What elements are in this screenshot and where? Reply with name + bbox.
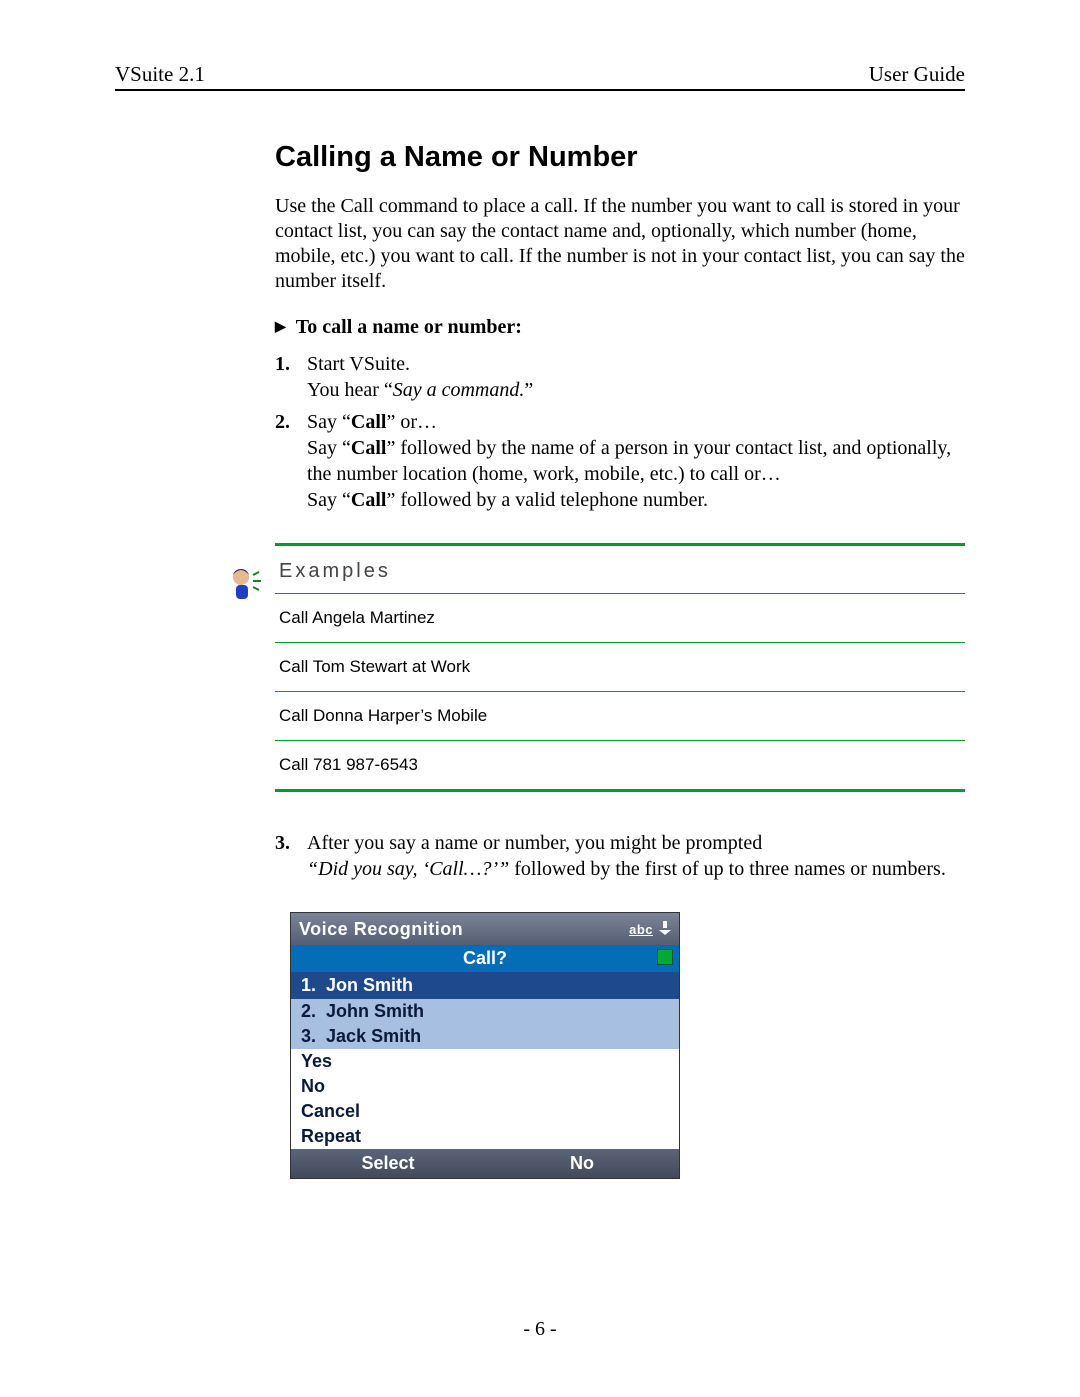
options-list: Yes No Cancel Repeat bbox=[291, 1049, 679, 1149]
examples-title: Examples bbox=[275, 546, 965, 594]
candidate-number: 3. bbox=[301, 1026, 316, 1046]
signal-icon bbox=[659, 921, 671, 938]
step-1: 1. Start VSuite. You hear “Say a command… bbox=[275, 351, 965, 403]
phone-prompt-bar: Call? bbox=[291, 945, 679, 972]
page: VSuite 2.1 User Guide Calling a Name or … bbox=[0, 0, 1080, 1397]
example-row: Call Donna Harper’s Mobile bbox=[275, 692, 965, 741]
softkey-right[interactable]: No bbox=[485, 1149, 679, 1178]
speaker-icon bbox=[657, 949, 673, 965]
step-number: 2. bbox=[275, 409, 297, 513]
softkey-left[interactable]: Select bbox=[291, 1149, 485, 1178]
step-list-2: 3. After you say a name or number, you m… bbox=[275, 830, 965, 882]
example-row: Call Tom Stewart at Work bbox=[275, 643, 965, 692]
phone-status-icons: abc bbox=[629, 921, 671, 938]
header-doc-title: User Guide bbox=[869, 62, 965, 87]
step-text: ” followed by the name of a person in yo… bbox=[307, 437, 951, 485]
softkey-bar: Select No bbox=[291, 1149, 679, 1178]
step-text: Say “ bbox=[307, 411, 351, 433]
step-3: 3. After you say a name or number, you m… bbox=[275, 830, 965, 882]
page-number: - 6 - bbox=[0, 1318, 1080, 1341]
command-word: Call bbox=[351, 489, 387, 511]
step-text: Say “ bbox=[307, 437, 351, 459]
example-row: Call 781 987-6543 bbox=[275, 741, 965, 789]
intro-paragraph: Use the Call command to place a call. If… bbox=[275, 194, 965, 294]
page-header: VSuite 2.1 User Guide bbox=[115, 62, 965, 91]
header-product: VSuite 2.1 bbox=[115, 62, 205, 87]
step-text: After you say a name or number, you migh… bbox=[307, 832, 762, 854]
input-mode-indicator: abc bbox=[629, 922, 653, 937]
option-no[interactable]: No bbox=[291, 1074, 679, 1099]
step-text: followed by the first of up to three nam… bbox=[509, 858, 946, 880]
voice-prompt: Say a command. bbox=[393, 379, 525, 401]
phone-titlebar: Voice Recognition abc bbox=[291, 913, 679, 945]
command-word: Call bbox=[351, 411, 387, 433]
procedure-heading: ▶ To call a name or number: bbox=[275, 316, 965, 339]
step-list-1: 1. Start VSuite. You hear “Say a command… bbox=[275, 351, 965, 513]
candidate-number: 2. bbox=[301, 1001, 316, 1021]
candidate-name: John Smith bbox=[326, 1001, 424, 1021]
step-text: ” followed by a valid telephone number. bbox=[386, 489, 708, 511]
phone-app-title: Voice Recognition bbox=[299, 919, 463, 940]
examples-box: Examples Call Angela Martinez Call Tom S… bbox=[275, 543, 965, 792]
candidate-name: Jon Smith bbox=[326, 975, 413, 995]
step-text: You hear “ bbox=[307, 379, 393, 401]
command-word: Call bbox=[351, 437, 387, 459]
candidate-selected[interactable]: 1. Jon Smith bbox=[291, 972, 679, 999]
candidate-item[interactable]: 3. Jack Smith bbox=[291, 1024, 679, 1049]
step-number: 3. bbox=[275, 830, 297, 882]
examples-section: Examples Call Angela Martinez Call Tom S… bbox=[225, 543, 965, 792]
procedure-heading-text: To call a name or number: bbox=[296, 316, 522, 339]
triangle-bullet-icon: ▶ bbox=[275, 319, 286, 336]
voice-prompt: “Did you say, ‘Call…?’” bbox=[307, 858, 509, 880]
step-text: Start VSuite. bbox=[307, 353, 410, 375]
phone-screen: Voice Recognition abc Call? 1. Jon Smith… bbox=[290, 912, 680, 1179]
content-area: Calling a Name or Number Use the Call co… bbox=[275, 141, 965, 1179]
phone-prompt-text: Call? bbox=[463, 948, 507, 968]
option-cancel[interactable]: Cancel bbox=[291, 1099, 679, 1124]
example-row: Call Angela Martinez bbox=[275, 594, 965, 643]
step-text: Say “ bbox=[307, 489, 351, 511]
person-speaking-icon bbox=[225, 563, 267, 605]
candidate-item[interactable]: 2. John Smith bbox=[291, 999, 679, 1024]
step-2: 2. Say “Call” or… Say “Call” followed by… bbox=[275, 409, 965, 513]
step-text: ” or… bbox=[386, 411, 437, 433]
section-heading: Calling a Name or Number bbox=[275, 141, 965, 174]
option-yes[interactable]: Yes bbox=[291, 1049, 679, 1074]
candidate-number: 1. bbox=[301, 975, 316, 995]
step-number: 1. bbox=[275, 351, 297, 403]
option-repeat[interactable]: Repeat bbox=[291, 1124, 679, 1149]
step-text: ” bbox=[524, 379, 533, 401]
candidate-name: Jack Smith bbox=[326, 1026, 421, 1046]
